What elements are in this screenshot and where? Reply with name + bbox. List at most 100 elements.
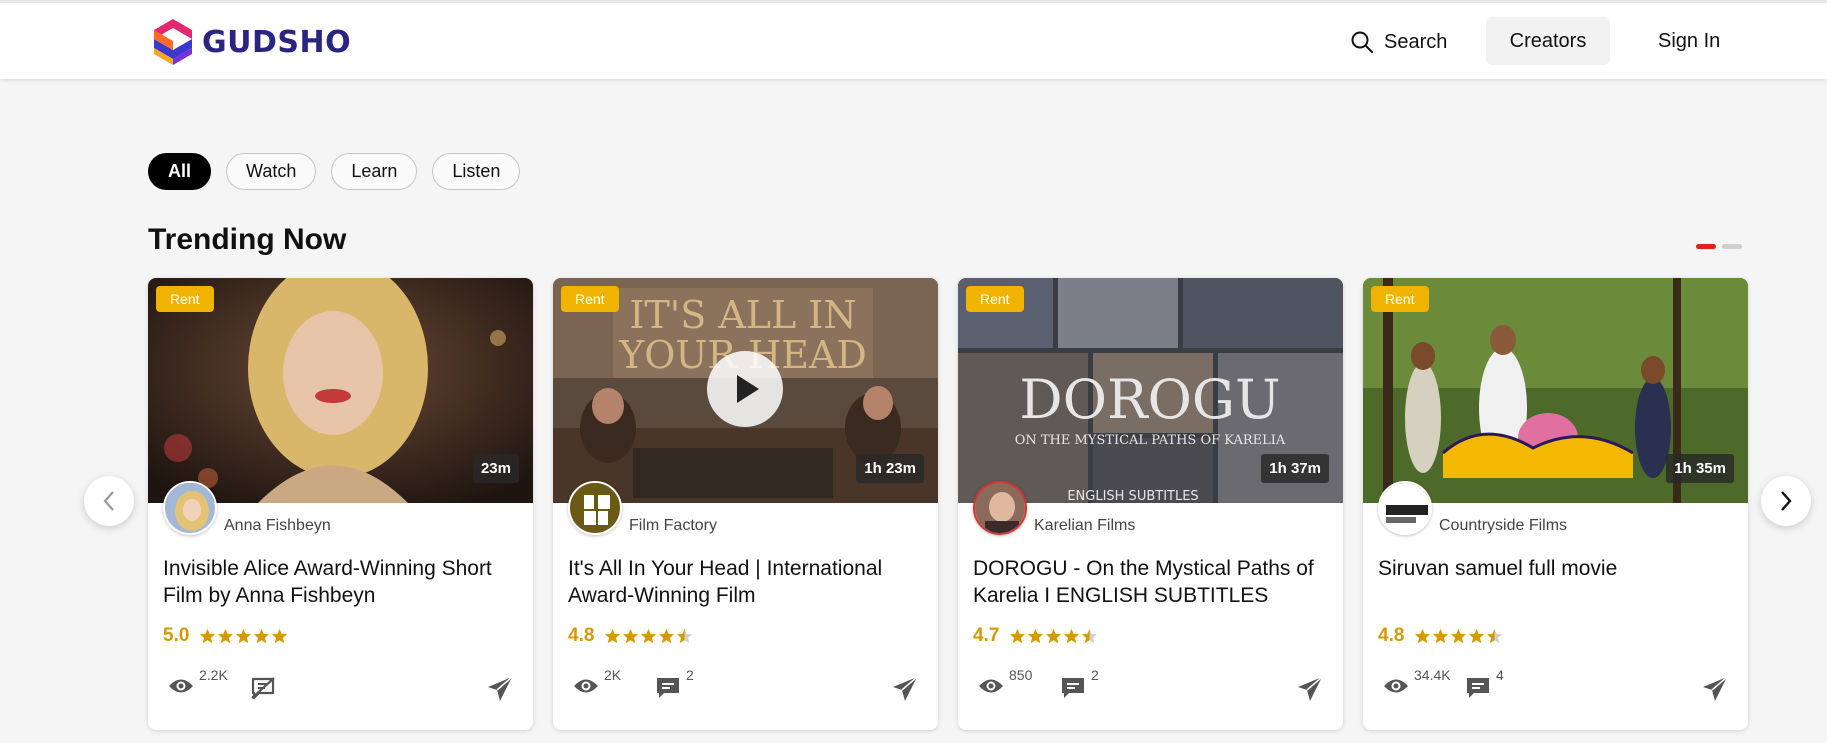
search-button[interactable]: Search [1350,30,1447,54]
rating-value: 4.7 [973,625,1000,646]
rating: 4.8 [1378,625,1503,647]
play-button[interactable] [707,351,783,427]
video-title[interactable]: Siruvan samuel full movie [1378,555,1738,582]
category-filters: All Watch Learn Listen [148,153,521,190]
rating-stars [1414,628,1503,645]
carousel-next-button[interactable] [1761,476,1811,526]
star-icon [1028,628,1044,643]
send-icon[interactable] [486,675,514,703]
star-icon [218,628,234,643]
star-icon [641,628,657,643]
comments-count: 2 [686,667,694,683]
send-icon[interactable] [1296,675,1324,703]
star-icon [677,628,693,643]
star-icon [1469,628,1485,643]
search-label: Search [1384,30,1448,53]
creator-name[interactable]: Karelian Films [1034,517,1135,535]
views-count: 2K [604,667,622,683]
star-icon [272,628,288,643]
rent-badge: Rent [561,286,619,312]
star-icon [1082,628,1098,643]
video-card[interactable]: Rent 23m Anna Fishbeyn Invisible Alice A… [148,278,533,730]
svg-text:DOROGU: DOROGU [1019,368,1280,431]
rating-value: 4.8 [1378,625,1405,646]
sign-in-button[interactable]: Sign In [1658,30,1720,53]
views-count: 34.4K [1414,667,1451,683]
rent-badge: Rent [1371,286,1429,312]
star-icon [623,628,639,643]
rating-value: 4.8 [568,625,595,646]
star-icon [1064,628,1080,643]
creator-avatar[interactable] [163,481,217,535]
send-icon[interactable] [891,675,919,703]
creators-button[interactable]: Creators [1486,17,1610,65]
filter-learn[interactable]: Learn [331,153,418,190]
chevron-right-icon [1781,491,1792,511]
video-title[interactable]: DOROGU - On the Mystical Paths of Kareli… [973,555,1333,609]
creator-avatar[interactable] [973,481,1027,535]
duration-badge: 1h 23m [856,454,924,483]
eye-icon [1384,679,1408,693]
comment-disabled-icon [251,677,275,700]
filter-listen[interactable]: Listen [432,153,521,190]
comments-count: 2 [1091,667,1099,683]
section-title: Trending Now [148,223,347,256]
svg-text:IT'S ALL IN: IT'S ALL IN [629,293,856,337]
rating: 4.7 [973,625,1098,647]
trending-carousel: Rent 23m Anna Fishbeyn Invisible Alice A… [148,278,1748,730]
rating-stars [604,628,693,645]
svg-text:ON THE MYSTICAL PATHS OF KAREL: ON THE MYSTICAL PATHS OF KARELIA [1015,433,1286,448]
video-title[interactable]: Invisible Alice Award-Winning Short Film… [163,555,523,609]
creator-name[interactable]: Anna Fishbeyn [224,517,331,535]
rating: 5.0 [163,625,288,647]
eye-icon [979,679,1003,693]
eye-icon [169,679,193,693]
creator-avatar[interactable] [568,481,622,535]
svg-text:ENGLISH SUBTITLES: ENGLISH SUBTITLES [1067,489,1198,503]
star-icon [1010,628,1026,643]
carousel-prev-button[interactable] [84,476,134,526]
pager-dot-2[interactable] [1722,244,1742,249]
brand-logo[interactable]: GUDSHO [150,17,351,67]
rent-badge: Rent [156,286,214,312]
comments-count: 4 [1496,667,1504,683]
star-icon [1415,628,1431,643]
video-card[interactable]: Rent 1h 35m Countryside Films Siruvan sa… [1363,278,1748,730]
site-header: GUDSHO Search Creators Sign In [0,0,1827,79]
creator-avatar[interactable] [1378,481,1432,535]
eye-icon [574,679,598,693]
brand-name: GUDSHO [202,24,352,60]
rating-stars [199,628,288,645]
comment-icon[interactable] [1060,676,1086,700]
video-card[interactable]: DOROGU ON THE MYSTICAL PATHS OF KARELIA … [958,278,1343,730]
creator-name[interactable]: Countryside Films [1439,517,1567,535]
star-icon [1046,628,1062,643]
rent-badge: Rent [966,286,1024,312]
video-title[interactable]: It's All In Your Head | International Aw… [568,555,928,609]
creator-name[interactable]: Film Factory [629,517,717,535]
views-count: 2.2K [199,667,228,683]
star-icon [200,628,216,643]
star-icon [254,628,270,643]
comment-icon[interactable] [655,676,681,700]
video-card[interactable]: IT'S ALL IN YOUR HEAD Rent 1h 23m Film F… [553,278,938,730]
star-icon [236,628,252,643]
duration-badge: 1h 35m [1666,454,1734,483]
star-icon [605,628,621,643]
send-icon[interactable] [1701,675,1729,703]
pager-dot-1[interactable] [1696,244,1716,249]
star-icon [659,628,675,643]
rating: 4.8 [568,625,693,647]
filter-all[interactable]: All [148,153,212,190]
star-icon [1451,628,1467,643]
logo-mark-icon [154,19,192,65]
views-count: 850 [1009,667,1033,683]
rating-stars [1009,628,1098,645]
carousel-pager [1696,244,1742,249]
star-icon [1487,628,1503,643]
play-icon [737,375,759,403]
chevron-left-icon [103,491,114,511]
duration-badge: 1h 37m [1261,454,1329,483]
comment-icon[interactable] [1465,676,1491,700]
filter-watch[interactable]: Watch [226,153,317,190]
